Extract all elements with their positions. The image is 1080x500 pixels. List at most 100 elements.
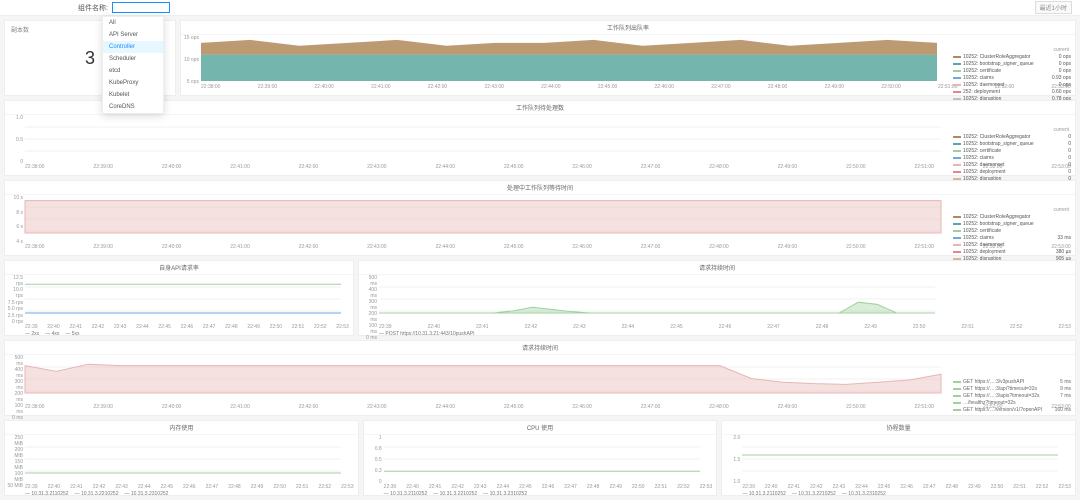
legend-item[interactable]: GET https://…:3/apis?timeout=32s7 ms: [953, 392, 1073, 399]
x-tick: 22:39:00: [93, 244, 112, 250]
legend-item[interactable]: 10252: claims0: [953, 154, 1073, 161]
x-tick: 22:43: [474, 484, 487, 490]
x-tick: 22:48:00: [709, 164, 728, 170]
chart-title: 请求持续时间: [5, 341, 1075, 355]
legend-item[interactable]: 10252: daemonset: [953, 241, 1073, 248]
legend-item[interactable]: 10252: daemonset0: [953, 161, 1073, 168]
y-tick: 1: [366, 435, 382, 441]
legend-item[interactable]: 10252: bootstrap_signer_queue0 ops: [953, 60, 1073, 67]
x-tick: 22:38:00: [25, 244, 44, 250]
x-tick: 22:51: [292, 324, 305, 330]
legend-item[interactable]: 10.31.3.2210252: [75, 491, 119, 497]
x-tick: 22:45: [878, 484, 891, 490]
legend-item[interactable]: 10252: ClusterRoleAggregator0 ops: [953, 53, 1073, 60]
legend-item[interactable]: 10252: certificate0 ops: [953, 67, 1073, 74]
dropdown-item[interactable]: Kubelet: [103, 89, 163, 101]
x-tick: 22:49: [251, 484, 264, 490]
y-tick: 1.5: [724, 457, 740, 463]
legend-item[interactable]: GET https://…:3/api?timeout=32s9 ms: [953, 385, 1073, 392]
legend-item[interactable]: 10.31.3.2110252: [742, 491, 786, 497]
legend-item[interactable]: 4xx: [45, 331, 59, 337]
y-tick: 100 MiB: [7, 471, 23, 483]
x-tick: 22:39:00: [258, 84, 277, 90]
legend-item[interactable]: GET https://…/version/v1/?openAPI160 ms: [953, 406, 1073, 413]
x-tick: 22:43:00: [367, 404, 386, 410]
legend-item[interactable]: 252: deployment0.60 ops: [953, 88, 1073, 95]
legend-item[interactable]: …/healthz?timeout=32s: [953, 399, 1073, 406]
legend-item[interactable]: 10252: deployment0: [953, 168, 1073, 175]
legend-item[interactable]: 10252: ClusterRoleAggregator0: [953, 133, 1073, 140]
legend-item[interactable]: 10.31.3.2210252: [433, 491, 477, 497]
legend-item[interactable]: 10.31.3.2110252: [384, 491, 428, 497]
dropdown-item[interactable]: etcd: [103, 65, 163, 77]
x-tick: 22:49: [247, 324, 260, 330]
legend-item[interactable]: 10252: daemonset0 ops: [953, 81, 1073, 88]
panel-memory: 内存使用 250 MiB200 MiB150 MiB100 MiB50 MiB2…: [4, 420, 359, 496]
component-select-input[interactable]: [112, 2, 170, 13]
legend-item[interactable]: GET https://…:3/v3pushAPI5 ms: [953, 378, 1073, 385]
x-tick: 22:40:00: [314, 84, 333, 90]
legend-item[interactable]: 10.31.3.2110252: [25, 491, 69, 497]
dropdown-item[interactable]: Controller: [103, 41, 163, 53]
y-tick: 150 MiB: [7, 459, 23, 471]
legend-item[interactable]: 10252: bootstrap_signer_queue: [953, 220, 1073, 227]
x-tick: 22:47: [767, 324, 780, 330]
x-tick: 22:43: [833, 484, 846, 490]
chart-title: 工作队列出队率: [181, 21, 1075, 35]
legend-item[interactable]: 10.31.3.2210252: [792, 491, 836, 497]
legend-item[interactable]: 10252: certificate: [953, 227, 1073, 234]
x-tick: 22:53: [341, 484, 354, 490]
dropdown-item[interactable]: KubeProxy: [103, 77, 163, 89]
dropdown-item[interactable]: CoreDNS: [103, 101, 163, 113]
legend-item[interactable]: 10.31.3.2310252: [125, 491, 169, 497]
x-tick: 22:39:00: [93, 404, 112, 410]
legend-item[interactable]: 10252: claims0.93 ops: [953, 74, 1073, 81]
x-tick: 22:46:00: [572, 244, 591, 250]
x-tick: 22:41:00: [230, 244, 249, 250]
chart-svg: [364, 435, 704, 483]
y-tick: 15 ops: [183, 35, 199, 41]
x-tick: 22:42: [810, 484, 823, 490]
legend-item[interactable]: 10.31.3.2310252: [842, 491, 886, 497]
legend-item[interactable]: POST https://10.31.3.21:443/10pushAPI: [379, 331, 475, 337]
legend-item[interactable]: 2xx: [25, 331, 39, 337]
chart-svg: [722, 435, 1062, 483]
x-tick: 22:40:00: [162, 164, 181, 170]
y-tick: 12.5 rps: [7, 275, 23, 287]
x-tick: 22:42:00: [299, 164, 318, 170]
x-tick: 22:40: [428, 324, 441, 330]
legend-item[interactable]: 10252: ClusterRoleAggregator: [953, 213, 1073, 220]
x-tick: 22:48: [816, 324, 829, 330]
x-tick: 22:39: [379, 324, 392, 330]
x-tick: 22:48:00: [709, 244, 728, 250]
x-tick: 22:51:00: [914, 244, 933, 250]
x-tick: 22:44:00: [436, 244, 455, 250]
legend-item[interactable]: 5xx: [65, 331, 79, 337]
legend-item[interactable]: 10252: bootstrap_signer_queue0: [953, 140, 1073, 147]
dropdown-item[interactable]: All: [103, 17, 163, 29]
dropdown-item[interactable]: API Server: [103, 29, 163, 41]
x-tick: 22:51:00: [914, 164, 933, 170]
x-tick: 22:45: [160, 484, 173, 490]
time-range-picker[interactable]: 最近1小时: [1035, 1, 1072, 14]
x-tick: 22:45:00: [504, 244, 523, 250]
x-tick: 22:40: [765, 484, 778, 490]
x-tick: 22:51: [1013, 484, 1026, 490]
x-tick: 22:44: [497, 484, 510, 490]
x-tick: 22:38:00: [25, 404, 44, 410]
x-tick: 22:47:00: [641, 164, 660, 170]
x-tick: 22:45: [519, 484, 532, 490]
x-tick: 22:44:00: [436, 404, 455, 410]
x-tick: 22:52: [1036, 484, 1049, 490]
legend-item[interactable]: 10252: certificate0: [953, 147, 1073, 154]
y-tick: 400 ms: [361, 287, 377, 299]
legend-item[interactable]: 10252: claims33 ms: [953, 234, 1073, 241]
x-tick: 22:49:00: [778, 164, 797, 170]
x-tick: 22:39: [742, 484, 755, 490]
legend-item[interactable]: 10252: deployment380 µs: [953, 248, 1073, 255]
legend-item[interactable]: 10.31.3.2310252: [483, 491, 527, 497]
x-tick: 22:53: [700, 484, 713, 490]
panel-get-latency: 请求持续时间 500 ms400 ms300 ms200 ms100 ms0 m…: [4, 340, 1076, 416]
dropdown-item[interactable]: Scheduler: [103, 53, 163, 65]
y-tick: 500 ms: [7, 355, 23, 367]
